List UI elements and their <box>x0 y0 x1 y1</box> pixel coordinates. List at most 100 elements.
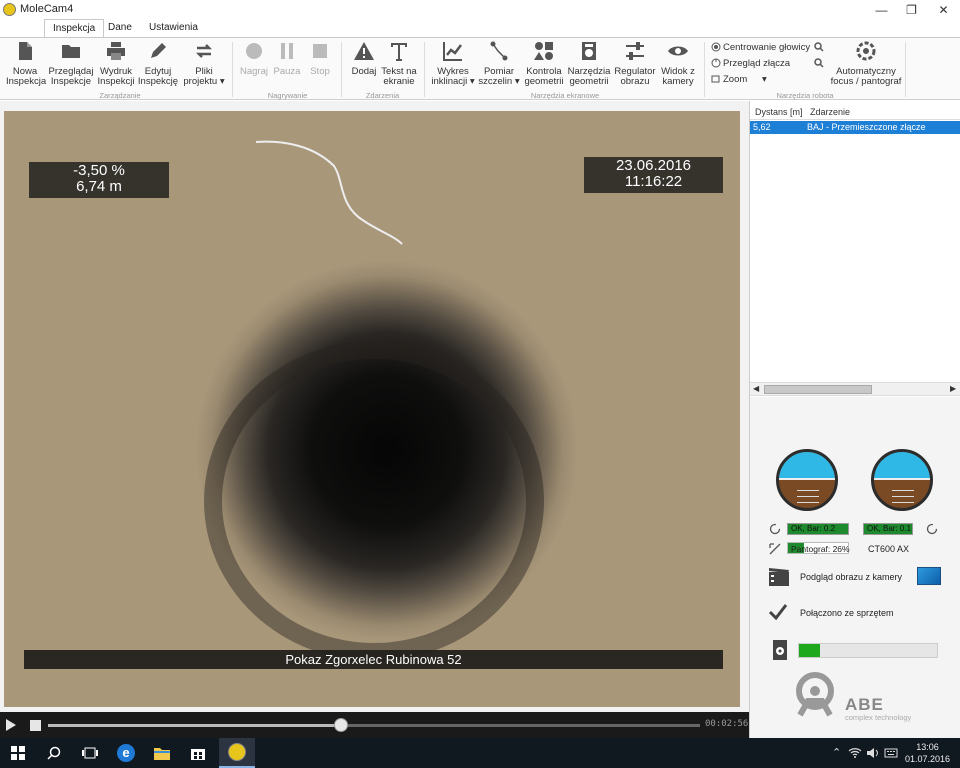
image-regulator-button[interactable]: Regulator obrazu <box>613 40 657 87</box>
volume-icon[interactable] <box>866 747 880 759</box>
search-button[interactable] <box>36 738 72 768</box>
pipe-interior <box>204 341 544 661</box>
camera-view-button[interactable]: Widok z kamery <box>658 40 698 87</box>
group-label-zarzadzanie: Zarządzanie <box>99 91 141 100</box>
tab-inspekcja[interactable]: Inspekcja <box>44 19 105 38</box>
line-chart-icon <box>443 42 462 61</box>
tab-ustawienia[interactable]: Ustawienia <box>141 19 206 38</box>
inclination-distance-overlay: -3,50 % 6,74 m <box>29 162 169 198</box>
zoom-out-icon[interactable] <box>814 58 824 68</box>
autofocus-button[interactable]: Automatyczny focus / pantograf <box>828 40 904 87</box>
column-event[interactable]: Zdarzenie <box>810 107 850 117</box>
checkmark-icon <box>768 604 788 621</box>
zoom-button[interactable]: Zoom ▾ <box>711 74 767 85</box>
pencil-icon <box>151 43 166 58</box>
center-head-button[interactable]: Centrowanie głowicy <box>711 42 810 53</box>
connection-status: Połączono ze sprzętem <box>800 608 894 618</box>
rotate-icon <box>711 58 721 68</box>
seek-handle[interactable] <box>334 718 349 732</box>
search-icon <box>47 746 61 760</box>
joint-review-button[interactable]: Przegląd złącza <box>711 58 790 69</box>
add-event-button[interactable]: Dodaj <box>347 40 381 77</box>
gap-measure-button[interactable]: Pomiar szczelin ▾ <box>478 40 520 87</box>
play-icon[interactable] <box>6 719 16 731</box>
close-button[interactable]: ✕ <box>928 0 959 20</box>
new-inspection-button[interactable]: Nowa Inspekcja <box>6 40 46 87</box>
print-inspection-button[interactable]: Wydruk Inspekcji <box>96 40 136 87</box>
event-distance: 5,62 <box>753 122 771 132</box>
scroll-left-icon[interactable]: ◀ <box>753 384 759 393</box>
explorer-icon <box>154 748 170 760</box>
camera-video[interactable]: -3,50 % 6,74 m 23.06.2016 11:16:22 Pokaz… <box>4 111 740 707</box>
windows-taskbar: e ⌃ 13:06 01.07.2016 <box>0 738 960 768</box>
tray-overflow-icon[interactable]: ⌃ <box>832 746 841 759</box>
events-table-header: Dystans [m] Zdarzenie <box>750 105 960 120</box>
zoom-in-icon[interactable] <box>814 42 824 52</box>
time-value: 11:16:22 <box>624 173 683 190</box>
file-explorer-button[interactable] <box>144 738 180 768</box>
preview-thumbnail[interactable] <box>917 567 941 585</box>
keyboard-icon[interactable] <box>884 747 898 759</box>
record-button[interactable]: Nagraj <box>238 40 270 77</box>
minimize-button[interactable]: — <box>866 0 897 20</box>
sliders-icon <box>626 42 644 60</box>
task-view-button[interactable] <box>72 738 108 768</box>
pantograph-label: Pantograf: 26% <box>791 544 850 554</box>
scroll-thumb[interactable] <box>764 385 872 394</box>
inclination-gauge-left <box>776 449 838 511</box>
molecam-taskbar-button[interactable] <box>219 738 255 768</box>
zoom-icon <box>711 75 720 83</box>
edge-button[interactable]: e <box>108 738 144 768</box>
stop-icon <box>313 44 327 58</box>
refresh-right-icon[interactable] <box>926 523 938 535</box>
ribbon-separator <box>704 42 705 97</box>
warning-icon <box>354 42 374 60</box>
system-clock[interactable]: 13:06 01.07.2016 <box>905 741 950 765</box>
date-value: 23.06.2016 <box>615 157 692 174</box>
pantograph-icon <box>769 543 781 555</box>
abe-logo-subtitle: complex technology <box>845 713 912 722</box>
center-icon <box>711 42 721 52</box>
column-distance[interactable]: Dystans [m] <box>755 107 803 117</box>
playback-bar: 00:02:56 <box>0 712 749 738</box>
project-files-button[interactable]: Pliki projektu ▾ <box>182 40 226 87</box>
stop-playback-icon[interactable] <box>30 720 41 731</box>
group-label-zdarzenia: Zdarzenia <box>365 91 400 100</box>
wifi-icon[interactable] <box>848 747 862 759</box>
geometry-tools-button[interactable]: Narzędzia geometrii <box>567 40 611 87</box>
measure-icon <box>490 41 508 61</box>
restore-button[interactable]: ❐ <box>896 0 927 20</box>
group-label-nagrywanie: Nagrywanie <box>267 91 308 100</box>
event-description: BAJ - Przemieszczone złącze <box>807 122 926 132</box>
horizontal-scrollbar[interactable]: ◀ ▶ <box>750 382 960 396</box>
ribbon-separator <box>424 42 425 97</box>
ribbon: Nowa Inspekcja Przeglądaj Inspekcje Wydruk… <box>0 37 960 100</box>
refresh-left-icon[interactable] <box>769 523 781 535</box>
ribbon-tabs: Inspekcja Dane Ustawienia <box>0 19 960 38</box>
scroll-right-icon[interactable]: ▶ <box>950 384 956 393</box>
store-button[interactable] <box>180 738 216 768</box>
datetime-overlay: 23.06.2016 11:16:22 <box>584 157 723 193</box>
group-label-narzedzia-ekranowe: Narzędzia ekranowe <box>530 91 600 100</box>
geometry-control-button[interactable]: Kontrola geometrii <box>523 40 565 87</box>
transfer-icon <box>195 44 213 58</box>
new-document-icon <box>19 42 32 60</box>
start-button[interactable] <box>0 738 36 768</box>
inclination-chart-button[interactable]: Wykres inklinacji ▾ <box>430 40 476 87</box>
pause-button[interactable]: Pauza <box>272 40 302 77</box>
browse-inspections-button[interactable]: Przeglądaj Inspekcje <box>48 40 94 87</box>
pipe-crack <box>255 140 403 245</box>
stop-record-button[interactable]: Stop <box>305 40 335 77</box>
store-icon <box>191 749 205 760</box>
edge-icon: e <box>117 744 135 762</box>
record-icon <box>246 43 262 59</box>
storage-drive-icon <box>773 640 787 660</box>
abe-logo-icon <box>796 672 834 717</box>
aperture-icon <box>856 41 876 61</box>
tab-dane[interactable]: Dane <box>100 19 140 38</box>
edit-inspection-button[interactable]: Edytuj Inspekcję <box>137 40 179 87</box>
screen-text-button[interactable]: Tekst na ekranie <box>380 40 418 87</box>
pressure-bar-right: OK, Bar: 0.1 <box>863 523 913 535</box>
ruler-icon <box>582 42 596 60</box>
event-row[interactable]: 5,62 BAJ - Przemieszczone złącze <box>750 121 960 134</box>
